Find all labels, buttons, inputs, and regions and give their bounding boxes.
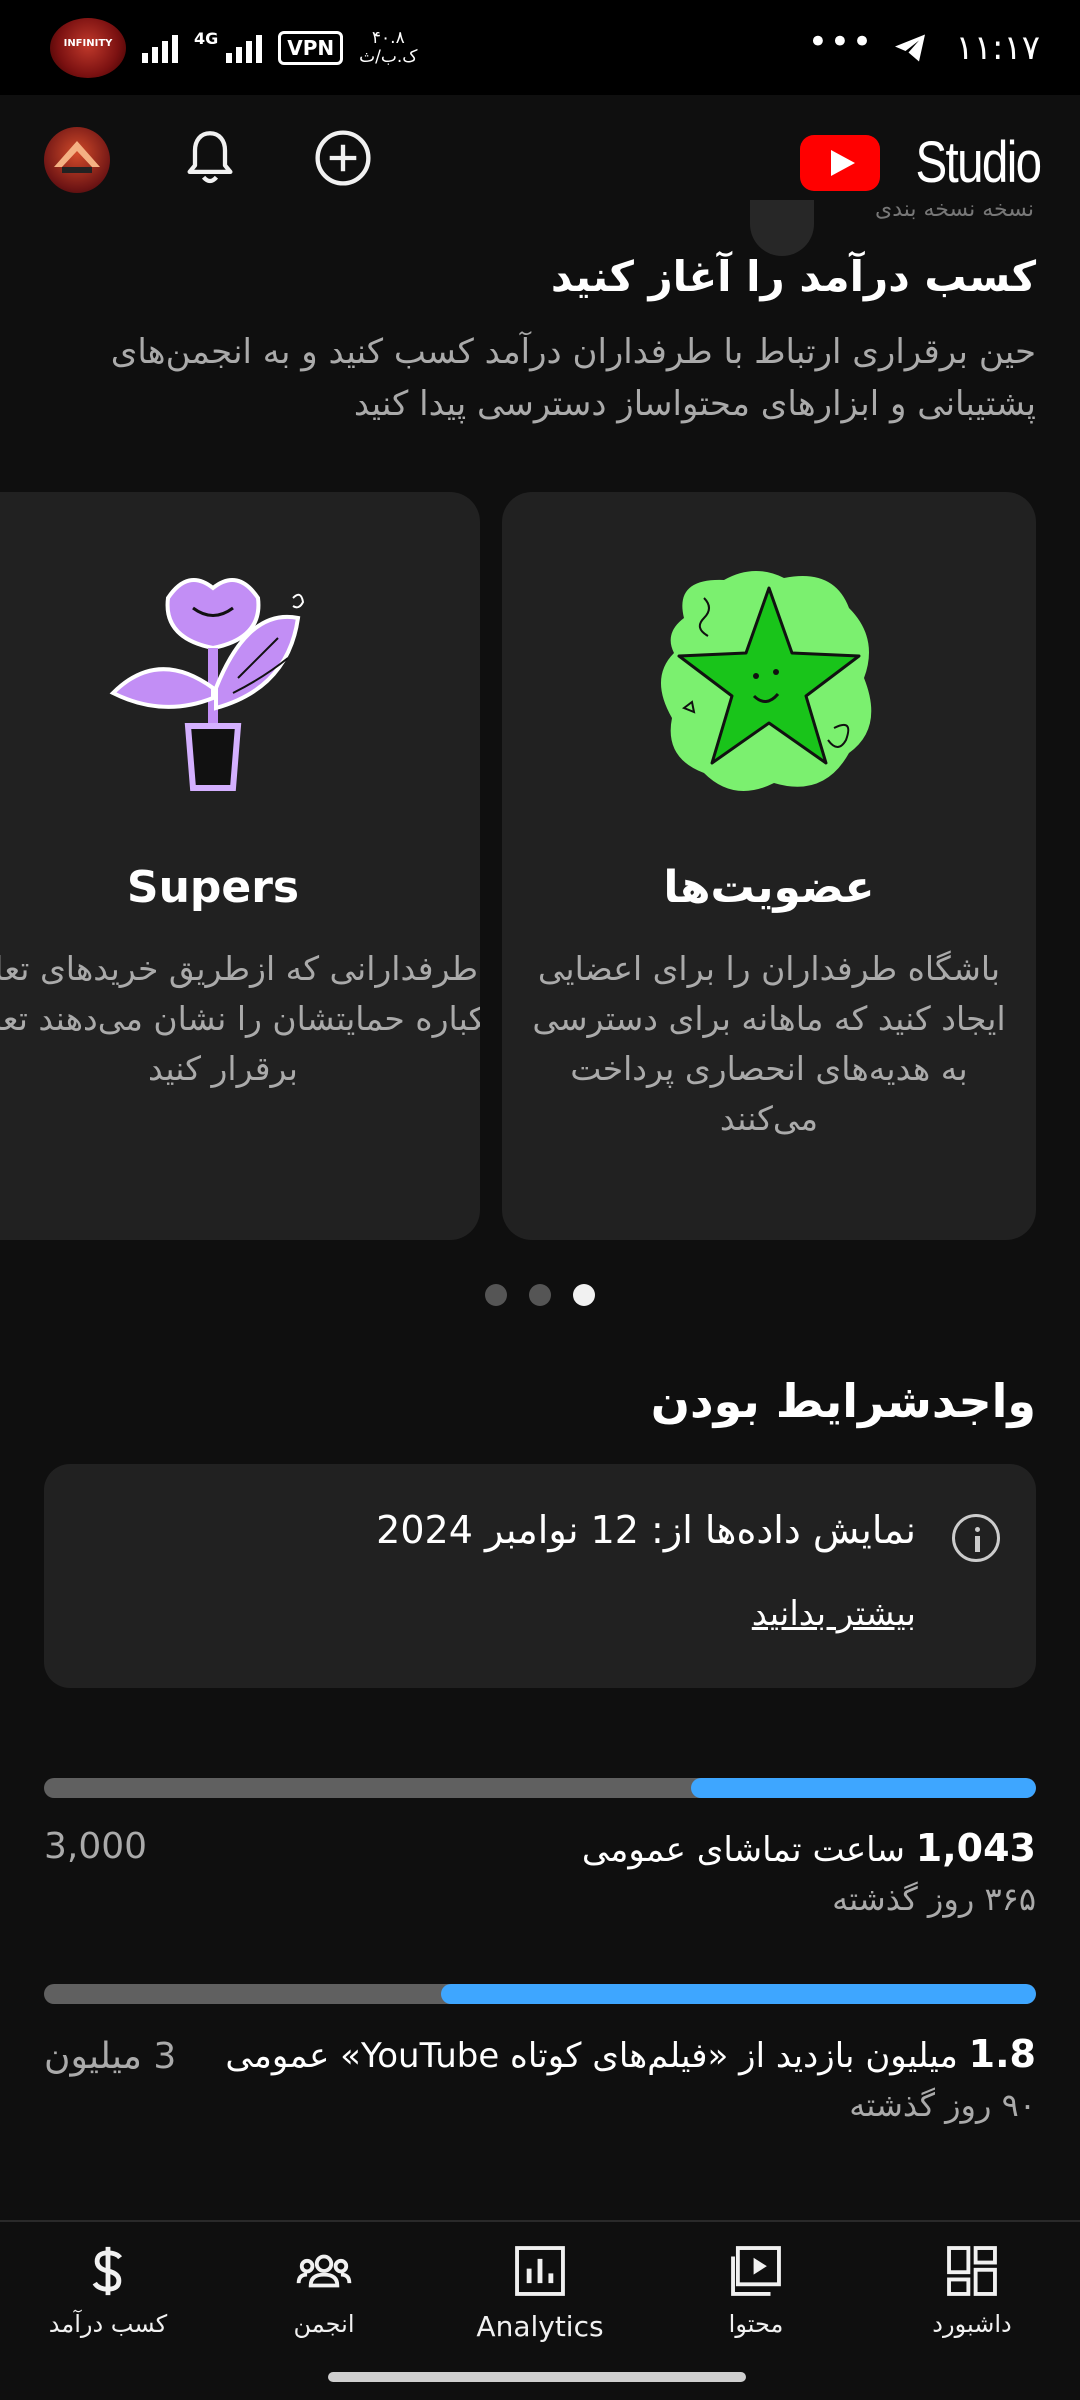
clock: ۱۱:۱۷ [955, 28, 1040, 68]
info-icon [952, 1514, 1000, 1562]
community-icon [296, 2254, 352, 2288]
channel-avatar[interactable] [44, 127, 110, 193]
more-notifications-icon: ••• [807, 22, 874, 62]
watch-hours-period: ۳۶۵ روز گذشته [832, 1880, 1036, 1918]
shorts-views-progress-bar [44, 1984, 1036, 2004]
bottom-navigation: کسب درآمد انجمن Analytics محتوا داشبورد [0, 2220, 1080, 2354]
signal-icon-2 [226, 33, 263, 63]
nav-analytics-label: Analytics [476, 2310, 604, 2343]
network-speed: ۴۰.۸ ک.ب/ث [359, 29, 417, 67]
nav-community[interactable]: انجمن [216, 2222, 432, 2354]
carousel-dot[interactable] [485, 1284, 507, 1306]
card-description: باشگاه طرفداران را برای اعضایی ایجاد کنی… [532, 949, 1006, 1138]
plant-illustration-icon [109, 578, 305, 791]
watch-hours-progress-bar [44, 1778, 1036, 1798]
star-illustration-icon [660, 570, 872, 791]
avatar-graphic [54, 141, 100, 173]
watch-hours-metric: 1,043 ساعت تماشای عمومی [582, 1826, 1036, 1870]
shorts-views-metric: 1.8 میلیون بازدید از «فیلم‌های کوتاه You… [225, 2032, 1036, 2076]
data-date-text: نمایش داده‌ها از: 12 نوامبر 2024 [376, 1508, 916, 1552]
youtube-play-icon [799, 134, 880, 191]
shorts-views-value: 1.8 [968, 2032, 1036, 2076]
shorts-views-progress-fill [440, 1984, 1036, 2004]
shorts-views-label: میلیون بازدید از «فیلم‌های کوتاه YouTube… [225, 2036, 958, 2076]
youtube-studio-logo: Studio [799, 129, 1042, 196]
carousel-dot[interactable] [529, 1284, 551, 1306]
watch-hours-target: 3,000 [44, 1826, 148, 1867]
nav-content[interactable]: محتوا [648, 2222, 864, 2354]
monetization-title: کسب درآمد را آغاز کنید [550, 252, 1036, 301]
supers-card[interactable]: Supers با طرفدارانی که ازطریق خریدهای تع… [0, 492, 480, 1240]
speed-value: ۴۰.۸ [371, 28, 405, 48]
content-icon [731, 2246, 781, 2296]
watch-hours-label: ساعت تماشای عمومی [581, 1830, 905, 1870]
gesture-home-bar[interactable] [328, 2372, 746, 2382]
status-left-icons: INFINITY 4G VPN ۴۰.۸ ک.ب/ث [50, 18, 418, 78]
watch-hours-progress-fill [690, 1778, 1036, 1798]
vpn-badge: VPN [278, 31, 344, 65]
overlay-app-logo: INFINITY [50, 18, 126, 78]
card-title: عضویت‌ها [663, 862, 875, 913]
shorts-views-target: 3 میلیون [44, 2036, 177, 2077]
network-type: 4G [194, 28, 219, 48]
shorts-views-period: ۹۰ روز گذشته [849, 2086, 1036, 2124]
create-plus-icon[interactable] [314, 129, 372, 187]
nav-analytics[interactable]: Analytics [432, 2222, 648, 2354]
nav-dashboard[interactable]: داشبورد [864, 2222, 1080, 2354]
overlay-logo-text: INFINITY [63, 38, 113, 49]
signal-icon [142, 33, 178, 63]
nav-earn-label: کسب درآمد [48, 2310, 168, 2338]
telegram-icon [895, 34, 925, 62]
eligibility-title: واجدشرایط بودن [650, 1374, 1036, 1428]
card-description: با طرفدارانی که ازطریق خریدهای تعاملی یک… [0, 949, 480, 1088]
studio-wordmark: Studio [914, 130, 1042, 195]
monetization-description: حین برقراری ارتباط با طرفداران درآمد کسب… [110, 332, 1036, 424]
nav-community-label: انجمن [293, 2310, 355, 2338]
notifications-bell-icon[interactable] [184, 129, 236, 189]
nav-content-label: محتوا [728, 2310, 784, 2338]
status-bar: INFINITY 4G VPN ۴۰.۸ ک.ب/ث ••• ۱۱:۱۷ [0, 0, 1080, 95]
partial-icon-chip [750, 200, 814, 256]
nav-earn[interactable]: کسب درآمد [0, 2222, 216, 2354]
dollar-icon [92, 2246, 123, 2296]
speed-unit: ک.ب/ث [359, 47, 418, 67]
learn-more-link[interactable]: بیشتر بدانید [752, 1594, 916, 1634]
memberships-card[interactable]: عضویت‌ها باشگاه طرفداران را برای اعضایی … [502, 492, 1036, 1240]
analytics-icon [515, 2246, 565, 2296]
dashboard-icon [947, 2246, 997, 2296]
card-title: Supers [126, 862, 300, 913]
partial-heading: نسخه نسخه بندی [874, 202, 1034, 222]
carousel-indicator [0, 1284, 1080, 1306]
watch-hours-value: 1,043 [915, 1826, 1036, 1870]
data-info-box: نمایش داده‌ها از: 12 نوامبر 2024 بیشتر ب… [44, 1464, 1036, 1688]
nav-dashboard-label: داشبورد [932, 2310, 1012, 2338]
carousel-dot-active[interactable] [573, 1284, 595, 1306]
